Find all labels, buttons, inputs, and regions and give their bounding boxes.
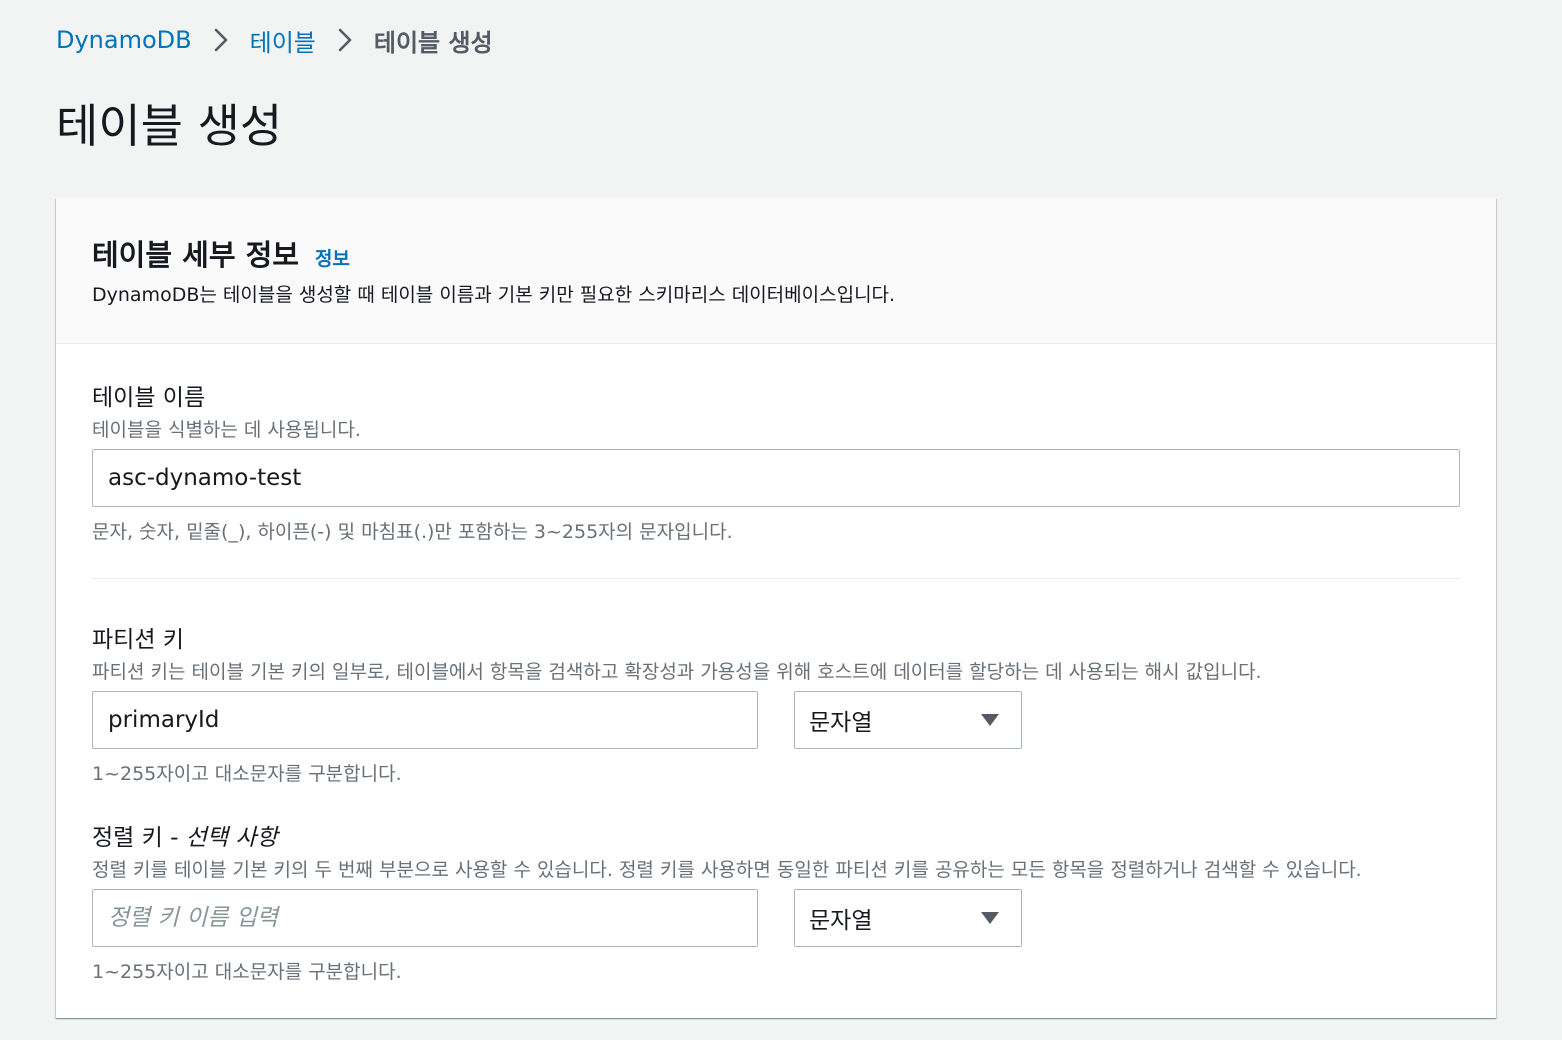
breadcrumb-current: 테이블 생성 — [373, 28, 493, 57]
partition-key-constraint: 1~255자이고 대소문자를 구분합니다. — [92, 763, 402, 785]
table-details-panel: 테이블 세부 정보 정보 DynamoDB는 테이블을 생성할 때 테이블 이름… — [56, 198, 1496, 1018]
sort-key-label: 정렬 키 - 선택 사항 — [92, 818, 278, 852]
sort-key-input[interactable] — [92, 889, 758, 947]
info-link[interactable]: 정보 — [315, 244, 350, 271]
partition-key-description: 파티션 키는 테이블 기본 키의 일부로, 테이블에서 항목을 검색하고 확장성… — [92, 661, 1262, 683]
section-divider — [92, 578, 1460, 579]
sort-key-type-select[interactable]: 문자열 — [794, 889, 1022, 947]
sort-key-optional: 선택 사항 — [185, 825, 278, 851]
breadcrumb-dynamodb[interactable]: DynamoDB — [56, 26, 192, 54]
partition-key-label: 파티션 키 — [92, 627, 184, 653]
panel-description: DynamoDB는 테이블을 생성할 때 테이블 이름과 기본 키만 필요한 스… — [92, 284, 896, 306]
caret-down-icon — [981, 714, 999, 726]
chevron-right-icon — [192, 24, 250, 56]
partition-key-type-value: 문자열 — [809, 710, 873, 736]
partition-key-type-select[interactable]: 문자열 — [794, 691, 1022, 749]
panel-header: 테이블 세부 정보 정보 DynamoDB는 테이블을 생성할 때 테이블 이름… — [56, 198, 1496, 344]
table-name-input[interactable] — [92, 449, 1460, 507]
chevron-right-icon — [316, 24, 374, 56]
sort-key-label-text: 정렬 키 — [92, 825, 163, 851]
breadcrumb: DynamoDB 테이블 테이블 생성 — [56, 23, 493, 58]
sort-key-constraint: 1~255자이고 대소문자를 구분합니다. — [92, 961, 402, 983]
sort-key-description: 정렬 키를 테이블 기본 키의 두 번째 부분으로 사용할 수 있습니다. 정렬… — [92, 859, 1362, 881]
breadcrumb-tables[interactable]: 테이블 — [250, 23, 316, 58]
table-name-description: 테이블을 식별하는 데 사용됩니다. — [92, 419, 361, 441]
sort-key-label-separator: - — [162, 825, 186, 851]
panel-title-row: 테이블 세부 정보 정보 — [92, 232, 350, 274]
page-title: 테이블 생성 — [56, 99, 283, 153]
panel-title: 테이블 세부 정보 — [92, 238, 299, 272]
partition-key-input[interactable] — [92, 691, 758, 749]
table-name-label: 테이블 이름 — [92, 385, 206, 411]
table-name-constraint: 문자, 숫자, 밑줄(_), 하이픈(-) 및 마침표(.)만 포함하는 3~2… — [92, 521, 733, 543]
sort-key-type-value: 문자열 — [809, 908, 873, 934]
caret-down-icon — [981, 912, 999, 924]
